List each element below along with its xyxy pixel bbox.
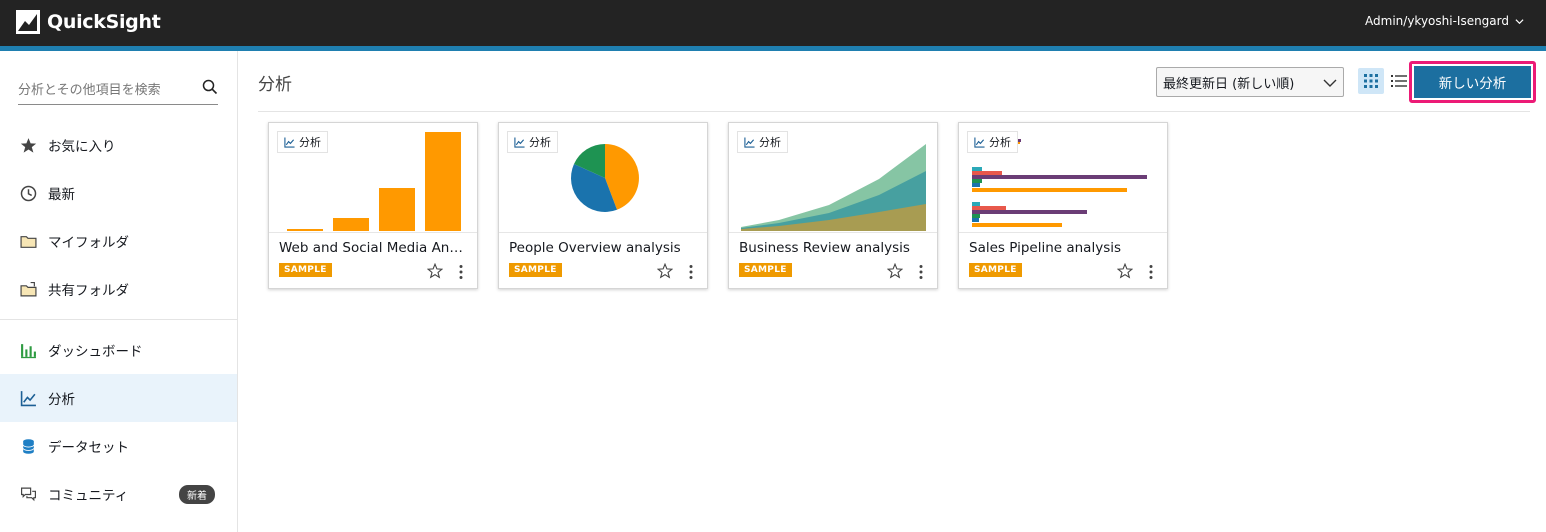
header-divider xyxy=(258,111,1530,112)
list-view-toggle[interactable] xyxy=(1388,68,1410,94)
card-type-chip: 分析 xyxy=(737,131,788,153)
grid-icon xyxy=(1364,74,1378,88)
sidebar-item-analyses[interactable]: 分析 xyxy=(0,374,237,422)
star-icon xyxy=(20,137,37,153)
dataset-icon xyxy=(22,438,35,454)
hbar xyxy=(972,179,982,183)
thumb-bar xyxy=(425,132,461,231)
analysis-icon xyxy=(20,390,36,406)
card-type-label: 分析 xyxy=(989,136,1011,149)
hbar xyxy=(972,175,1147,179)
folder-icon xyxy=(20,235,37,248)
favorite-star-icon[interactable] xyxy=(427,263,443,279)
sidebar-divider xyxy=(0,319,237,320)
analysis-icon xyxy=(284,136,295,148)
user-menu[interactable]: Admin/ykyoshi-Isengard xyxy=(1365,14,1524,28)
favorite-star-icon[interactable] xyxy=(657,263,673,279)
sidebar-item-label: 分析 xyxy=(48,392,75,408)
sidebar-item-my-folders[interactable]: マイフォルダ xyxy=(0,217,237,265)
hbar xyxy=(972,218,979,222)
sample-badge: SAMPLE xyxy=(509,263,562,277)
favorite-star-icon[interactable] xyxy=(1117,263,1133,279)
analysis-card-web-social[interactable]: 分析 Web and Social Media Anal... SAMPLE xyxy=(268,122,478,289)
favorite-star-icon[interactable] xyxy=(887,263,903,279)
card-type-chip: 分析 xyxy=(507,131,558,153)
card-type-chip: 分析 xyxy=(277,131,328,153)
top-bar: QuickSight Admin/ykyoshi-Isengard xyxy=(0,0,1546,46)
analysis-icon xyxy=(974,136,985,148)
quicksight-logo-icon xyxy=(16,10,40,34)
new-badge: 新着 xyxy=(179,485,215,504)
dashboard-icon xyxy=(21,343,36,358)
sidebar-item-label: データセット xyxy=(48,440,129,456)
search-input[interactable] xyxy=(18,77,198,103)
search-box xyxy=(18,77,218,105)
grid-view-toggle[interactable] xyxy=(1358,68,1384,94)
hbar xyxy=(972,171,1002,175)
hbar xyxy=(972,223,1062,227)
more-options-icon[interactable] xyxy=(685,264,697,280)
thumb-bar xyxy=(287,229,323,231)
user-name: Admin/ykyoshi-Isengard xyxy=(1365,14,1509,28)
sort-select-value: 最終更新日 (新しい順) xyxy=(1163,76,1295,92)
sidebar-item-label: お気に入り xyxy=(48,139,116,155)
analysis-card-people-overview[interactable]: 分析 People Overview analysis SAMPLE xyxy=(498,122,708,289)
sidebar-item-dashboards[interactable]: ダッシュボード xyxy=(0,326,237,374)
sidebar-item-shared-folders[interactable]: 共有フォルダ xyxy=(0,265,237,313)
clock-icon xyxy=(20,185,37,201)
card-type-chip: 分析 xyxy=(967,131,1018,153)
app-name: QuickSight xyxy=(47,11,161,33)
search-icon[interactable] xyxy=(202,79,218,95)
card-title[interactable]: Sales Pipeline analysis xyxy=(969,240,1159,256)
sidebar-item-label: ダッシュボード xyxy=(48,344,143,360)
list-icon xyxy=(1391,75,1407,87)
thumb-bar xyxy=(333,218,369,231)
analysis-card-business-review[interactable]: 分析 Business Review analysis SAMPLE xyxy=(728,122,938,289)
sidebar-item-recent[interactable]: 最新 xyxy=(0,169,237,217)
card-title[interactable]: People Overview analysis xyxy=(509,240,699,256)
hbar xyxy=(972,206,1006,210)
sidebar-item-community[interactable]: コミュニティ 新着 xyxy=(0,470,237,518)
card-title[interactable]: Web and Social Media Anal... xyxy=(279,240,469,256)
sidebar-item-label: 最新 xyxy=(48,187,75,203)
analysis-icon xyxy=(514,136,525,148)
card-title[interactable]: Business Review analysis xyxy=(739,240,929,256)
quicksight-logo[interactable]: QuickSight xyxy=(16,10,161,34)
sidebar-item-label: コミュニティ xyxy=(48,488,129,504)
more-options-icon[interactable] xyxy=(915,264,927,280)
card-type-label: 分析 xyxy=(529,136,551,149)
community-icon xyxy=(21,487,36,501)
sample-badge: SAMPLE xyxy=(279,263,332,277)
card-type-label: 分析 xyxy=(299,136,321,149)
hbar xyxy=(972,210,1087,214)
sidebar-item-label: マイフォルダ xyxy=(48,235,129,251)
chevron-down-icon xyxy=(1323,79,1337,87)
more-options-icon[interactable] xyxy=(1145,264,1157,280)
hbar xyxy=(972,188,1127,192)
sidebar-item-label: 共有フォルダ xyxy=(48,283,129,299)
new-analysis-button[interactable]: 新しい分析 xyxy=(1414,66,1531,98)
page-title: 分析 xyxy=(258,75,292,95)
sample-badge: SAMPLE xyxy=(969,263,1022,277)
more-options-icon[interactable] xyxy=(455,264,467,280)
hbar xyxy=(972,214,980,218)
analysis-card-sales-pipeline[interactable]: 分析 Sales Pipeline analysis SAMPLE xyxy=(958,122,1168,289)
hbar xyxy=(972,202,980,206)
chevron-down-icon xyxy=(1515,18,1524,24)
sidebar: お気に入り 最新 マイフォルダ 共有フォルダ xyxy=(0,51,238,532)
hbar xyxy=(972,183,980,187)
sample-badge: SAMPLE xyxy=(739,263,792,277)
shared-folder-icon xyxy=(20,281,37,296)
sort-select[interactable]: 最終更新日 (新しい順) xyxy=(1156,67,1344,97)
sidebar-item-favorites[interactable]: お気に入り xyxy=(0,121,237,169)
analysis-icon xyxy=(744,136,755,148)
sidebar-nav-library: お気に入り 最新 マイフォルダ 共有フォルダ ダッシュボード 分析 データセット… xyxy=(0,121,237,518)
hbar xyxy=(972,167,982,171)
thumb-bar xyxy=(379,188,415,231)
sidebar-item-datasets[interactable]: データセット xyxy=(0,422,237,470)
card-type-label: 分析 xyxy=(759,136,781,149)
